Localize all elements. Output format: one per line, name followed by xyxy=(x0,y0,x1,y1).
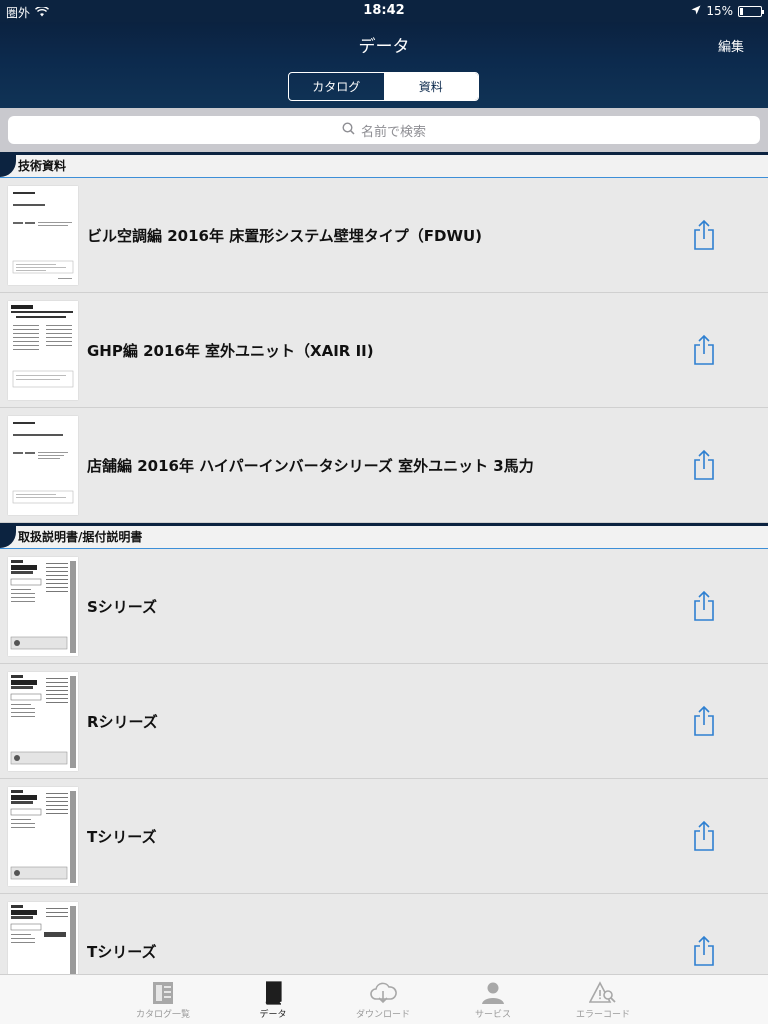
page-title: データ xyxy=(358,37,410,57)
item-title: Sシリーズ xyxy=(87,598,158,616)
status-bar: 圏外 18:42 15% xyxy=(0,0,768,22)
tab-label: カタログ一覧 xyxy=(135,1010,190,1020)
segment-document[interactable]: 資料 xyxy=(383,73,478,100)
share-icon[interactable] xyxy=(692,705,716,737)
battery-level xyxy=(740,7,743,15)
status-time: 18:42 xyxy=(363,3,405,18)
tab-data[interactable]: データ xyxy=(218,975,328,1024)
item-title: GHP編 2016年 室外ユニット（XAIR II) xyxy=(87,342,374,360)
document-thumbnail xyxy=(8,787,78,886)
document-thumbnail xyxy=(8,902,78,974)
list-item[interactable]: Tシリーズ xyxy=(0,779,768,894)
tab-service[interactable]: サービス xyxy=(438,975,548,1024)
document-thumbnail xyxy=(8,301,78,400)
list-item[interactable]: Tシリーズ xyxy=(0,894,768,974)
tab-catalog-list[interactable]: カタログ一覧 xyxy=(108,975,218,1024)
item-title: Rシリーズ xyxy=(87,713,158,731)
nav-bar: データ 編集 カタログ 資料 xyxy=(0,22,768,108)
tab-download[interactable]: ダウンロード xyxy=(328,975,438,1024)
search-placeholder: 名前で検索 xyxy=(360,124,426,140)
list-item[interactable]: Rシリーズ xyxy=(0,664,768,779)
tab-error-code[interactable]: エラーコード xyxy=(548,975,658,1024)
search-icon xyxy=(342,121,355,139)
item-title: Tシリーズ xyxy=(87,943,157,961)
document-thumbnail xyxy=(8,557,78,656)
item-title: 店舗編 2016年 ハイパーインバータシリーズ 室外ユニット 3馬力 xyxy=(87,457,534,475)
share-icon[interactable] xyxy=(692,820,716,852)
item-title: ビル空調編 2016年 床置形システム壁埋タイプ（FDWU) xyxy=(87,227,483,245)
document-list: 技術資料 ビル空調編 2016年 床置形システム壁埋タイプ（FDWU) GHP編… xyxy=(0,152,768,974)
tab-label: データ xyxy=(259,1010,287,1020)
document-thumbnail xyxy=(8,416,78,515)
list-item[interactable]: 店舗編 2016年 ハイパーインバータシリーズ 室外ユニット 3馬力 xyxy=(0,408,768,523)
tab-label: サービス xyxy=(474,1010,511,1020)
battery-percent: 15% xyxy=(706,4,733,18)
tab-bar: カタログ一覧 データ ダウンロード サービス エラーコード xyxy=(0,974,768,1024)
tab-label: ダウンロード xyxy=(355,1010,410,1020)
segment-catalog[interactable]: カタログ xyxy=(289,73,384,100)
search-bar: 名前で検索 xyxy=(0,108,768,152)
battery-icon xyxy=(738,5,764,17)
warning-search-icon xyxy=(589,981,616,1003)
section-title: 技術資料 xyxy=(18,159,67,173)
share-icon[interactable] xyxy=(692,219,716,251)
section-header: 取扱説明書/据付説明書 xyxy=(0,523,768,549)
list-item[interactable]: ビル空調編 2016年 床置形システム壁埋タイプ（FDWU) xyxy=(0,178,768,293)
cloud-download-icon xyxy=(370,982,397,1004)
document-thumbnail xyxy=(8,186,78,285)
item-title: Tシリーズ xyxy=(87,828,157,846)
share-icon[interactable] xyxy=(692,935,716,967)
list-item[interactable]: Sシリーズ xyxy=(0,549,768,664)
person-icon xyxy=(482,982,504,1004)
section-header: 技術資料 xyxy=(0,152,768,178)
location-arrow-icon xyxy=(691,4,701,18)
share-icon[interactable] xyxy=(692,590,716,622)
share-icon[interactable] xyxy=(692,334,716,366)
data-book-icon xyxy=(265,981,282,1005)
edit-button[interactable]: 編集 xyxy=(718,36,744,55)
catalog-list-icon xyxy=(153,982,173,1004)
section-title: 取扱説明書/据付説明書 xyxy=(18,530,143,544)
tab-label: エラーコード xyxy=(575,1010,630,1020)
document-thumbnail xyxy=(8,672,78,771)
list-item[interactable]: GHP編 2016年 室外ユニット（XAIR II) xyxy=(0,293,768,408)
search-input[interactable]: 名前で検索 xyxy=(8,116,760,144)
segmented-control: カタログ 資料 xyxy=(288,72,479,101)
share-icon[interactable] xyxy=(692,449,716,481)
